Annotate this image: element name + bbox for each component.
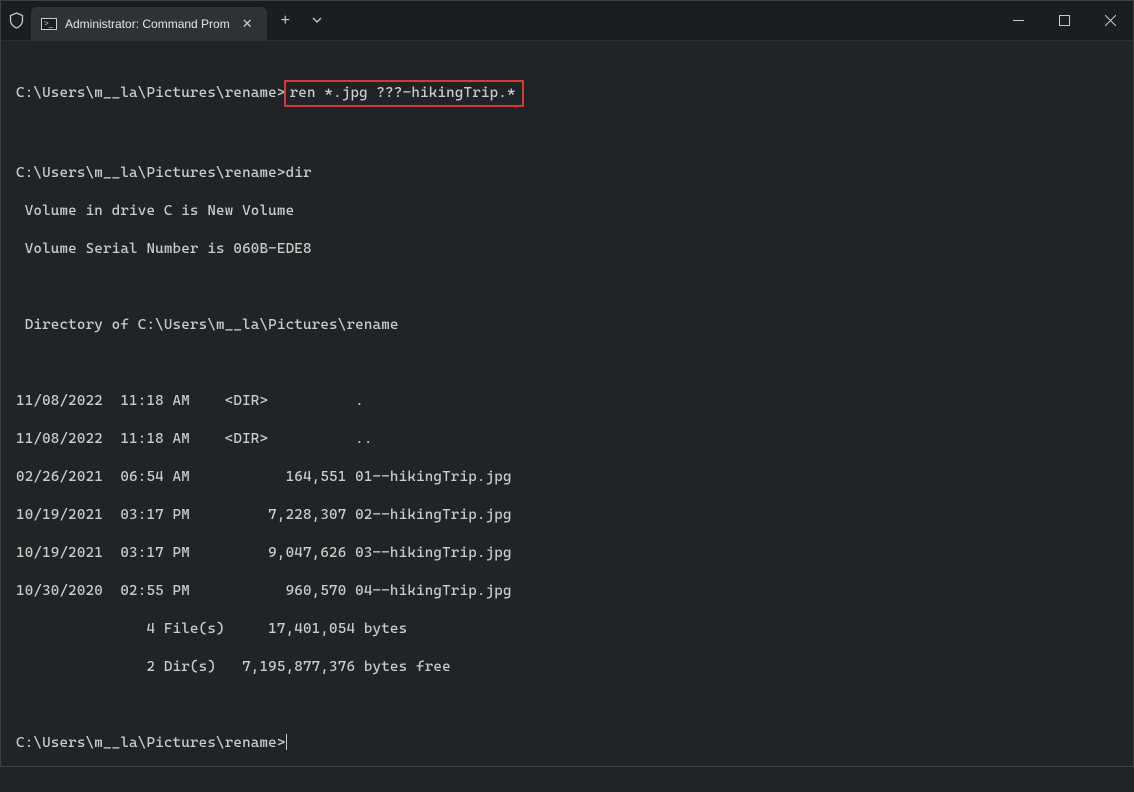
maximize-button[interactable]: [1041, 1, 1087, 41]
summary-line: 2 Dir(s) 7,195,877,376 bytes free: [16, 658, 1118, 677]
prompt: C:\Users\m__la\Pictures\rename>: [16, 85, 286, 101]
minimize-button[interactable]: [995, 1, 1041, 41]
dir-row: 10/19/2021 03:17 PM 9,047,626 03--hiking…: [16, 544, 1118, 563]
dir-row: 02/26/2021 06:54 AM 164,551 01--hikingTr…: [16, 468, 1118, 487]
output-line: Volume in drive C is New Volume: [16, 202, 1118, 221]
terminal-output[interactable]: C:\Users\m__la\Pictures\rename>ren *.jpg…: [1, 41, 1133, 792]
output-line: Volume Serial Number is 060B-EDE8: [16, 240, 1118, 259]
new-tab-button[interactable]: +: [267, 12, 304, 30]
tab-dropdown-button[interactable]: [304, 15, 330, 27]
shield-icon: [1, 12, 31, 29]
summary-line: 4 File(s) 17,401,054 bytes: [16, 620, 1118, 639]
prompt: C:\Users\m__la\Pictures\rename>: [16, 735, 286, 751]
dir-row: 10/30/2020 02:55 PM 960,570 04--hikingTr…: [16, 582, 1118, 601]
title-bar: >_ Administrator: Command Prom ✕ +: [1, 1, 1133, 41]
highlighted-command: ren *.jpg ???-hikingTrip.*: [284, 80, 524, 107]
cmd-icon: >_: [41, 18, 57, 30]
prompt: C:\Users\m__la\Pictures\rename>: [16, 165, 286, 181]
active-tab[interactable]: >_ Administrator: Command Prom ✕: [31, 7, 267, 41]
text-cursor: [286, 734, 287, 750]
dir-row: 11/08/2022 11:18 AM <DIR> .: [16, 392, 1118, 411]
tab-close-button[interactable]: ✕: [238, 16, 257, 32]
tab-title: Administrator: Command Prom: [65, 17, 230, 31]
close-window-button[interactable]: [1087, 1, 1133, 41]
dir-row: 11/08/2022 11:18 AM <DIR> ..: [16, 430, 1118, 449]
command-text: dir: [286, 165, 312, 181]
dir-row: 10/19/2021 03:17 PM 7,228,307 02--hiking…: [16, 506, 1118, 525]
output-line: Directory of C:\Users\m__la\Pictures\ren…: [16, 316, 1118, 335]
